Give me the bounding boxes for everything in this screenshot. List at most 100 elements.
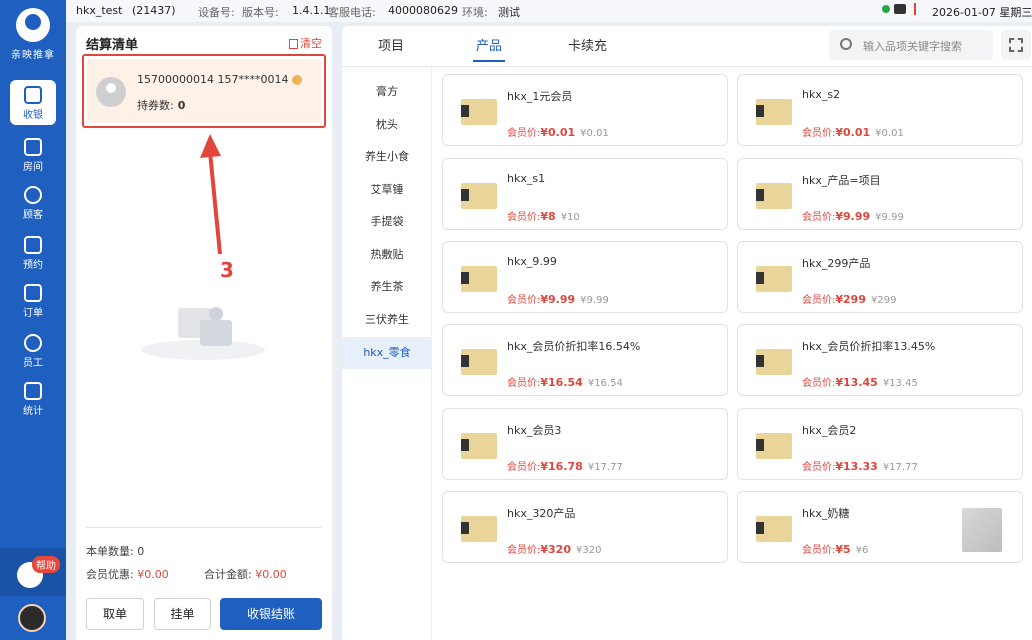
- calendar-clock-icon: [24, 236, 42, 254]
- category-item[interactable]: 养生茶: [342, 271, 432, 303]
- clipboard-icon: [24, 284, 42, 302]
- tab-products[interactable]: 产品: [476, 35, 502, 54]
- product-thumbnail: [756, 349, 792, 375]
- monitor-icon: [24, 86, 42, 104]
- moon-logo-icon: [16, 8, 50, 42]
- product-name: hkx_会员价折扣率16.54%: [507, 340, 641, 353]
- category-item[interactable]: 艾草锤: [342, 174, 432, 206]
- help-button[interactable]: 帮助: [0, 548, 66, 596]
- cancel-order-button[interactable]: 取单: [86, 598, 144, 630]
- divider: [342, 66, 1032, 67]
- product-price: 会员价:¥0.01 ¥0.01: [802, 126, 904, 139]
- original-price: ¥17.77: [587, 462, 623, 473]
- product-card[interactable]: hkx_会员2 会员价:¥13.33 ¥17.77: [737, 408, 1023, 480]
- sidebar-item-rooms[interactable]: 房间: [0, 138, 66, 173]
- member-price: ¥320: [540, 543, 571, 556]
- product-name: hkx_s1: [507, 172, 546, 185]
- member-price: ¥8: [540, 210, 556, 223]
- product-card[interactable]: hkx_320产品 会员价:¥320 ¥320: [442, 491, 728, 563]
- product-name: hkx_产品=项目: [802, 174, 881, 187]
- clear-button[interactable]: 清空: [289, 35, 322, 51]
- original-price: ¥17.77: [882, 462, 918, 473]
- tab-services[interactable]: 项目: [378, 35, 404, 54]
- product-card[interactable]: hkx_1元会员 会员价:¥0.01 ¥0.01: [442, 74, 728, 146]
- sidebar-item-customers[interactable]: 顾客: [0, 186, 66, 221]
- avatar[interactable]: [18, 604, 46, 632]
- env-value: 测试: [498, 6, 520, 19]
- category-item[interactable]: 手提袋: [342, 206, 432, 238]
- product-name: hkx_320产品: [507, 507, 576, 520]
- product-thumbnail: [461, 433, 497, 459]
- member-price: ¥299: [835, 293, 866, 306]
- product-price: 会员价:¥16.54 ¥16.54: [507, 376, 623, 389]
- member-phone: 15700000014 157****0014: [137, 73, 303, 86]
- device-label: 设备号:: [198, 6, 235, 19]
- sidebar-item-appointments[interactable]: 预约: [0, 236, 66, 271]
- scan-button[interactable]: [1001, 30, 1031, 60]
- search-input[interactable]: 输入品项关键字搜索: [829, 30, 993, 60]
- sidebar-item-label: 员工: [23, 358, 43, 369]
- search-placeholder: 输入品项关键字搜索: [863, 40, 962, 53]
- product-thumbnail: [756, 433, 792, 459]
- member-price: ¥13.45: [835, 376, 878, 389]
- coupon-count: 0: [177, 99, 186, 112]
- env-label: 环境:: [462, 6, 488, 19]
- home-icon: [24, 138, 42, 156]
- member-card[interactable]: 15700000014 157****0014 持券数: 0: [82, 54, 326, 128]
- category-item[interactable]: 膏方: [342, 76, 432, 108]
- sidebar-item-orders[interactable]: 订单: [0, 284, 66, 319]
- product-price: 会员价:¥8 ¥10: [507, 210, 580, 223]
- original-price: ¥16.54: [587, 378, 623, 389]
- product-price: 会员价:¥16.78 ¥17.77: [507, 460, 623, 473]
- product-name: hkx_会员价折扣率13.45%: [802, 340, 936, 353]
- product-card[interactable]: hkx_9.99 会员价:¥9.99 ¥9.99: [442, 241, 728, 313]
- category-item[interactable]: 热敷贴: [342, 239, 432, 271]
- product-price: 会员价:¥9.99 ¥9.99: [802, 210, 904, 223]
- product-name: hkx_会员3: [507, 424, 562, 437]
- checkout-pay-button[interactable]: 收银结账: [220, 598, 322, 630]
- printer-icon[interactable]: [894, 4, 906, 14]
- product-card[interactable]: hkx_产品=项目会员价:¥9.99 ¥9.99: [737, 158, 1023, 230]
- product-thumbnail: [461, 349, 497, 375]
- clear-label: 清空: [300, 37, 322, 50]
- product-card[interactable]: hkx_会员3 会员价:¥16.78 ¥17.77: [442, 408, 728, 480]
- original-price: ¥13.45: [882, 378, 918, 389]
- category-item[interactable]: 三伏养生: [342, 304, 432, 336]
- member-price: ¥0.01: [835, 126, 871, 139]
- sidebar-item-label: 预约: [23, 260, 43, 271]
- datetime: 2026-01-07 星期三: [932, 6, 1032, 19]
- product-thumbnail: [461, 183, 497, 209]
- hold-order-button[interactable]: 挂单: [154, 598, 211, 630]
- product-price: 会员价:¥9.99 ¥9.99: [507, 293, 609, 306]
- product-card[interactable]: hkx_s1 会员价:¥8 ¥10: [442, 158, 728, 230]
- product-card[interactable]: hkx_会员价折扣率16.54% 会员价:¥16.54 ¥16.54: [442, 324, 728, 396]
- category-item[interactable]: 枕头: [342, 109, 432, 141]
- blurred-overlay: [962, 508, 1002, 552]
- divider: [86, 527, 322, 528]
- tab-card-recharge[interactable]: 卡续充: [568, 35, 607, 54]
- product-name: hkx_1元会员: [507, 90, 573, 103]
- product-card[interactable]: hkx_会员价折扣率13.45% 会员价:¥13.45 ¥13.45: [737, 324, 1023, 396]
- category-item-active[interactable]: hkx_零食: [342, 337, 432, 369]
- sidebar-item-stats[interactable]: 统计: [0, 382, 66, 417]
- member-discount: 会员优惠: ¥0.00: [86, 568, 169, 581]
- product-name: hkx_299产品: [802, 257, 871, 270]
- product-name: hkx_9.99: [507, 255, 557, 268]
- version-value: 1.4.1.1: [292, 4, 331, 17]
- member-price: ¥9.99: [540, 293, 576, 306]
- member-coupons: 持券数: 0: [137, 99, 186, 112]
- online-dot-icon: [882, 5, 890, 13]
- product-thumbnail: [461, 266, 497, 292]
- store-name: hkx_test: [76, 4, 123, 17]
- help-badge: 帮助: [32, 556, 60, 573]
- sidebar-item-label: 房间: [23, 162, 43, 173]
- app-logo: 亲映推拿: [8, 8, 58, 66]
- original-price: ¥0.01: [875, 128, 904, 139]
- category-item[interactable]: 养生小食: [342, 141, 432, 173]
- sidebar-item-cashier[interactable]: 收银: [0, 80, 66, 125]
- product-card[interactable]: hkx_s2 会员价:¥0.01 ¥0.01: [737, 74, 1023, 146]
- product-card[interactable]: hkx_299产品 会员价:¥299 ¥299: [737, 241, 1023, 313]
- product-name: hkx_会员2: [802, 424, 857, 437]
- sidebar-item-staff[interactable]: 员工: [0, 334, 66, 369]
- plug-icon: [914, 3, 922, 15]
